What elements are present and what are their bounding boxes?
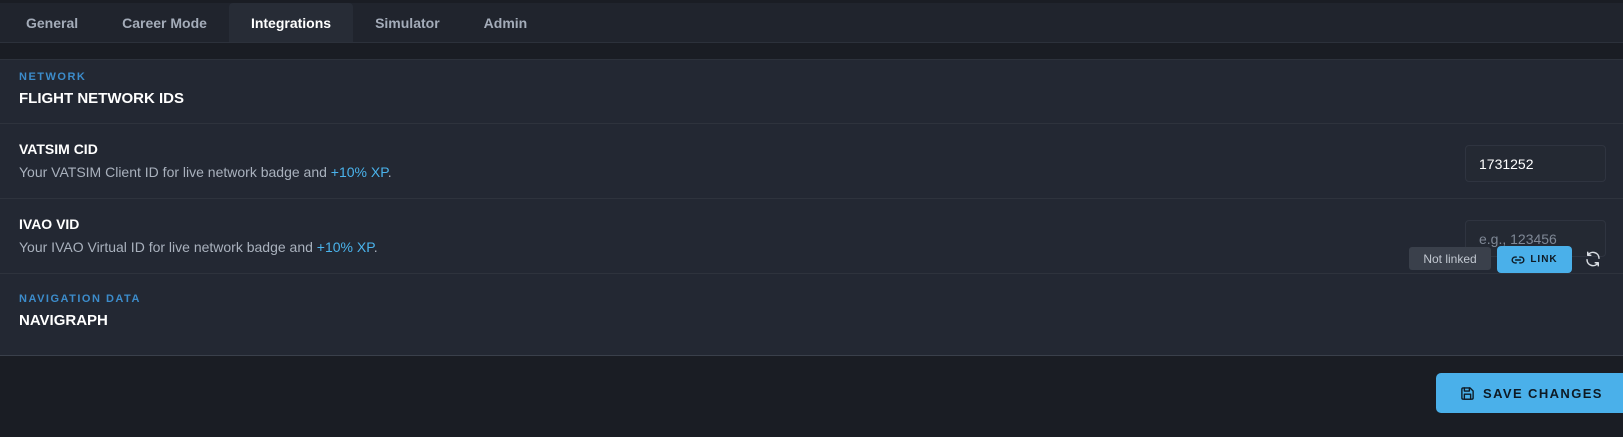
tab-integrations[interactable]: Integrations (228, 3, 354, 42)
save-button-label: SAVE CHANGES (1483, 385, 1603, 401)
vatsim-desc-text: Your VATSIM Client ID for live network b… (19, 164, 331, 180)
navigation-section-header: NAVIGATION DATA NAVIGRAPH (19, 293, 141, 329)
navigation-overline: NAVIGATION DATA (19, 293, 141, 305)
navigraph-title: NAVIGRAPH (19, 312, 108, 329)
vatsim-cid-input[interactable] (1465, 145, 1606, 182)
network-title: FLIGHT NETWORK IDS (19, 90, 184, 107)
tab-admin[interactable]: Admin (462, 3, 550, 42)
settings-tabs: General Career Mode Integrations Simulat… (0, 3, 1623, 43)
vatsim-xp-bonus: +10% XP (330, 164, 388, 180)
ivao-label: IVAO VID (19, 216, 80, 232)
ivao-desc-end: . (373, 239, 378, 255)
tab-general[interactable]: General (4, 3, 100, 42)
vatsim-row: VATSIM CID Your VATSIM Client ID for liv… (0, 123, 1623, 200)
link-icon (1511, 253, 1525, 267)
tab-simulator[interactable]: Simulator (353, 3, 462, 42)
tab-career-mode[interactable]: Career Mode (100, 3, 229, 42)
refresh-icon[interactable] (1584, 250, 1602, 268)
vatsim-label: VATSIM CID (19, 141, 98, 157)
ivao-xp-bonus: +10% XP (316, 239, 374, 255)
vatsim-description: Your VATSIM Client ID for live network b… (19, 164, 392, 180)
network-overline: NETWORK (19, 71, 87, 83)
network-section-header: NETWORK FLIGHT NETWORK IDS (19, 71, 184, 107)
save-changes-button[interactable]: SAVE CHANGES (1436, 373, 1623, 413)
vatsim-desc-end: . (387, 164, 392, 180)
integrations-panel: NETWORK FLIGHT NETWORK IDS VATSIM CID Yo… (0, 59, 1623, 356)
navigraph-link-button[interactable]: LINK (1497, 246, 1572, 273)
navigraph-row: NAVIGATION DATA NAVIGRAPH (0, 273, 1623, 357)
floppy-disk-icon (1460, 386, 1475, 401)
ivao-row: IVAO VID Your IVAO Virtual ID for live n… (0, 198, 1623, 275)
ivao-description: Your IVAO Virtual ID for live network ba… (19, 239, 378, 255)
link-button-label: LINK (1530, 254, 1558, 265)
navigraph-status-badge: Not linked (1409, 247, 1491, 270)
ivao-desc-text: Your IVAO Virtual ID for live network ba… (19, 239, 317, 255)
